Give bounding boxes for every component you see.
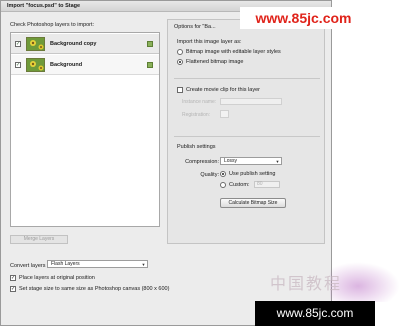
- radio-use-publish-setting[interactable]: Use publish setting: [220, 171, 275, 177]
- calculate-bitmap-size-button[interactable]: Calculate Bitmap Size: [220, 198, 286, 208]
- layer-thumbnail: [26, 36, 45, 51]
- place-original-position-option[interactable]: ✓ Place layers at original position: [10, 275, 95, 281]
- set-stage-size-label: Set stage size to same size as Photoshop…: [19, 286, 170, 292]
- divider: [174, 78, 320, 79]
- layers-caption: Check Photoshop layers to import:: [10, 22, 95, 28]
- options-panel: Options for "Ba... Import this image lay…: [167, 19, 325, 244]
- radio-button[interactable]: [177, 59, 183, 65]
- convert-layers-value: Flash Layers: [51, 261, 80, 267]
- convert-layers-select[interactable]: Flash Layers ▼: [47, 260, 148, 268]
- radio-label: Bitmap image with editable layer styles: [186, 49, 281, 55]
- watermark-top: www.85jc.com: [240, 7, 367, 29]
- layer-settings-icon: [147, 40, 153, 47]
- chevron-down-icon: ▼: [275, 159, 280, 164]
- layers-list: ✓ Background copy ✓ Background: [10, 32, 160, 227]
- layer-row-background-copy[interactable]: ✓ Background copy: [11, 34, 159, 54]
- radio-button[interactable]: [177, 49, 183, 55]
- radio-label: Custom:: [229, 182, 250, 188]
- layer-name: Background copy: [50, 40, 97, 47]
- radio-label: Use publish setting: [229, 171, 276, 177]
- chevron-down-icon: ▼: [141, 262, 146, 267]
- instance-name-label: Instance name:: [182, 99, 217, 105]
- options-title: Options for "Ba...: [174, 24, 216, 30]
- compression-label: Compression:: [185, 159, 219, 165]
- radio-flattened-bitmap[interactable]: Flattened bitmap image: [177, 59, 243, 65]
- custom-quality-input[interactable]: 80: [254, 181, 280, 188]
- radio-button[interactable]: [220, 182, 226, 188]
- layer-name: Background: [50, 61, 83, 68]
- divider: [174, 136, 320, 137]
- watermark-bottom: www.85jc.com: [255, 301, 375, 326]
- create-movie-clip-option[interactable]: Create movie clip for this layer: [177, 87, 260, 93]
- set-stage-size-checkbox[interactable]: ✓: [10, 286, 16, 292]
- merge-layers-button[interactable]: Merge Layers: [10, 235, 68, 244]
- watermark-chinese-text: 中国教程: [270, 276, 343, 293]
- radio-bitmap-editable[interactable]: Bitmap image with editable layer styles: [177, 49, 281, 55]
- registration-label: Registration:: [182, 112, 211, 118]
- compression-value: Lossy: [224, 158, 238, 164]
- layer-thumbnail: [26, 57, 45, 72]
- publish-heading: Publish settings: [177, 144, 216, 150]
- place-original-position-checkbox[interactable]: ✓: [10, 275, 16, 281]
- compression-select[interactable]: Lossy ▼: [220, 157, 282, 165]
- place-original-position-label: Place layers at original position: [19, 275, 95, 281]
- layer-checkbox[interactable]: ✓: [15, 61, 21, 68]
- quality-label: Quality:: [200, 172, 219, 178]
- layer-settings-icon: [147, 61, 153, 68]
- radio-button[interactable]: [220, 171, 226, 177]
- registration-grid-icon: [220, 110, 229, 118]
- create-movie-clip-label: Create movie clip for this layer: [186, 87, 260, 93]
- instance-name-field: [220, 98, 282, 105]
- radio-label: Flattened bitmap image: [186, 59, 244, 65]
- layer-checkbox[interactable]: ✓: [15, 40, 21, 47]
- set-stage-size-option[interactable]: ✓ Set stage size to same size as Photosh…: [10, 286, 169, 292]
- create-movie-clip-checkbox[interactable]: [177, 87, 183, 93]
- layer-row-background[interactable]: ✓ Background: [11, 55, 159, 75]
- radio-custom-quality[interactable]: Custom:: [220, 182, 249, 188]
- import-heading: Import this image layer as:: [177, 39, 242, 45]
